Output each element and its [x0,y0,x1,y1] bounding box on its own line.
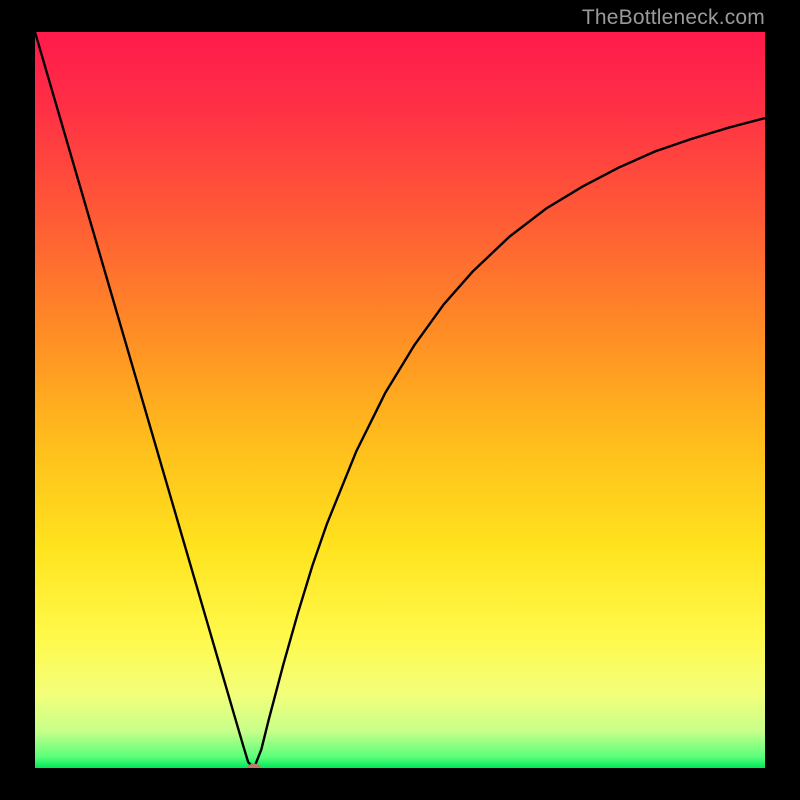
chart-container: TheBottleneck.com [0,0,800,800]
plot-area [35,32,765,768]
watermark-text: TheBottleneck.com [582,6,765,30]
chart-curve-layer [35,32,765,768]
bottleneck-curve [35,32,765,768]
